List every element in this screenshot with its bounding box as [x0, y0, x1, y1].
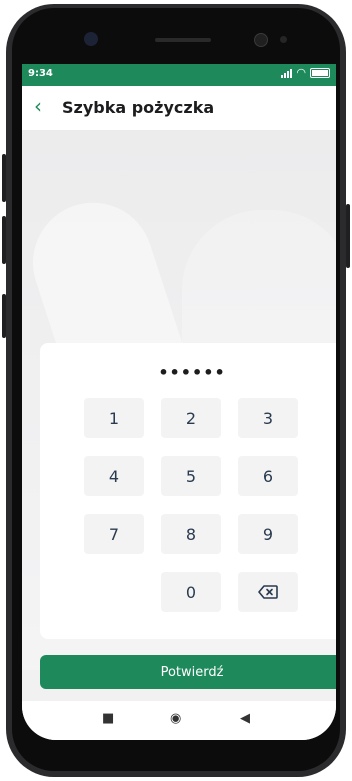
signal-icon [281, 68, 293, 78]
system-nav-bar: ■ ◉ ◀ [22, 701, 336, 740]
circle-icon[interactable]: ◉ [170, 711, 181, 726]
square-icon[interactable]: ■ [102, 711, 114, 726]
sensor [280, 36, 287, 43]
key-5[interactable]: 5 [161, 456, 221, 496]
key-blank [84, 572, 144, 612]
delete-key[interactable] [238, 572, 298, 612]
front-camera [84, 32, 98, 46]
key-8[interactable]: 8 [161, 514, 221, 554]
pin-display: •••••• [158, 363, 226, 382]
key-2[interactable]: 2 [161, 398, 221, 438]
page-title: Szybka pożyczka [62, 98, 215, 117]
key-7[interactable]: 7 [84, 514, 144, 554]
key-0[interactable]: 0 [161, 572, 221, 612]
status-time: 9:34 [28, 68, 53, 79]
backspace-icon [258, 585, 278, 599]
phone-screen: 9:34 ◠ ‹ Szybka pożyczka •••••• 1 2 3 4 … [22, 64, 336, 740]
earpiece-speaker [155, 38, 211, 42]
sensor [254, 33, 268, 47]
confirm-button[interactable]: Potwierdź [40, 655, 336, 689]
side-button [2, 154, 6, 202]
triangle-back-icon[interactable]: ◀ [240, 711, 250, 726]
chevron-left-icon[interactable]: ‹ [34, 94, 42, 118]
key-4[interactable]: 4 [84, 456, 144, 496]
app-bar: ‹ Szybka pożyczka [22, 86, 336, 130]
key-6[interactable]: 6 [238, 456, 298, 496]
status-icons: ◠ [281, 66, 330, 79]
status-bar: 9:34 ◠ [22, 64, 336, 86]
side-button [2, 216, 6, 264]
key-1[interactable]: 1 [84, 398, 144, 438]
key-9[interactable]: 9 [238, 514, 298, 554]
battery-icon [310, 68, 330, 78]
key-3[interactable]: 3 [238, 398, 298, 438]
keypad: 1 2 3 4 5 6 7 8 9 0 [84, 398, 318, 612]
wifi-icon: ◠ [296, 66, 306, 79]
pin-keypad-card: •••••• 1 2 3 4 5 6 7 8 9 0 [40, 343, 336, 639]
side-button [2, 294, 6, 338]
side-button [346, 204, 350, 268]
